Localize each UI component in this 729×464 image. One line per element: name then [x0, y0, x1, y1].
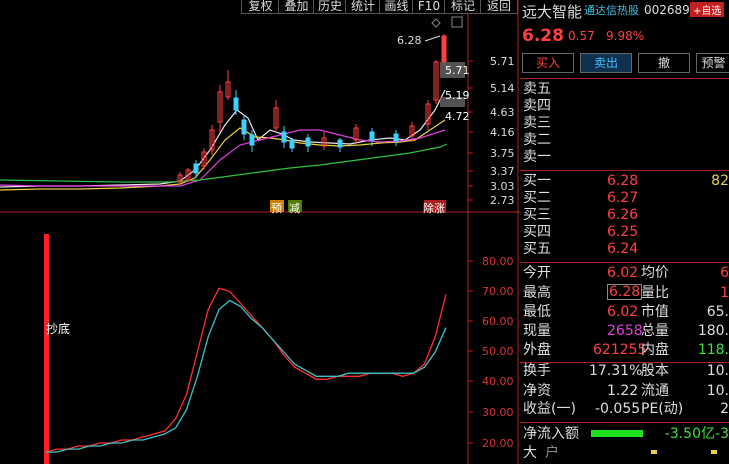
stat-row: 最低 6.02 市值 65.: [523, 304, 729, 320]
chart-area[interactable]: [0, 0, 520, 464]
stat-row: 最高 6.28 量比 1: [523, 284, 729, 301]
price-label: 3.03: [490, 180, 515, 193]
price-label: 4.16: [490, 126, 515, 139]
event-yu-label: 预: [271, 202, 282, 215]
buy-row-5[interactable]: 买五 6.24: [521, 240, 729, 258]
buy-row-2[interactable]: 买二 6.27: [521, 189, 729, 207]
price-label: 5.71: [490, 55, 515, 68]
candles: [177, 34, 465, 184]
event-zhang-label: 涨: [434, 202, 445, 215]
ma-green-line: [0, 143, 448, 183]
sell-row-1[interactable]: 卖一: [521, 148, 729, 166]
indicator-axis-label: 20.00: [482, 437, 514, 450]
high-price-annotation: 6.28: [397, 34, 422, 47]
indicator-axis-label: 60.00: [482, 315, 514, 328]
net-inflow-bar: [591, 430, 643, 437]
event-jian-label: 减: [289, 202, 300, 215]
price-label: 3.75: [490, 147, 515, 160]
indicator-axis-label: 30.00: [482, 406, 514, 419]
hot-stock-badge[interactable]: 通达信热股: [584, 2, 639, 18]
alert-button[interactable]: 预警: [696, 53, 729, 73]
indicator-axis-label: 70.00: [482, 285, 514, 298]
price-change: 0.57: [568, 29, 595, 43]
stock-code: 002689: [644, 3, 690, 17]
stat-row: 今开 6.02 均价 6: [523, 265, 729, 281]
indicator-cyan-line: [46, 299, 447, 453]
buy-row-3[interactable]: 买三 6.26: [521, 206, 729, 224]
diamond-icon: [431, 18, 441, 28]
stock-name: 远大智能: [522, 3, 583, 21]
sell-row-3[interactable]: 卖三: [521, 114, 729, 132]
sell-row-4[interactable]: 卖四: [521, 97, 729, 115]
price-annotation: 5.19: [445, 89, 470, 102]
price-annotation: 4.72: [445, 110, 470, 123]
stat-row: 现量 2658 总量 180.: [523, 323, 729, 339]
price-annotation: 5.71: [445, 64, 470, 77]
price-label: 4.63: [490, 106, 515, 119]
current-price: 6.28: [522, 26, 564, 46]
sell-row-5[interactable]: 卖五: [521, 80, 729, 98]
stat-row: 换手 17.31% 股本 10.: [523, 363, 729, 379]
cancel-order-button[interactable]: 撤: [638, 53, 690, 73]
bottom-signal-label: 抄底: [46, 322, 71, 336]
buy-button[interactable]: 买入: [522, 53, 574, 73]
buy-row-4[interactable]: 买四 6.25: [521, 223, 729, 241]
stat-row: 净资 1.22 流通 10.: [523, 383, 729, 399]
net-inflow-row: 净流入额 -3.50亿 -3: [523, 426, 729, 442]
sell-button[interactable]: 卖出: [580, 53, 632, 73]
stock-header: 远大智能 通达信热股 002689 +自选: [520, 0, 729, 21]
event-chu-label: 除: [423, 202, 434, 215]
price-label: 3.37: [490, 165, 515, 178]
big-order-row: 大 户: [521, 444, 729, 462]
indicator-axis-label: 40.00: [482, 375, 514, 388]
add-favorite-button[interactable]: +自选: [690, 2, 725, 17]
stat-row: 外盘 621255 内盘 118.: [523, 342, 729, 358]
chart-controls[interactable]: [431, 16, 463, 28]
ma-yellow-line: [0, 119, 446, 191]
stat-row: 收益(一) -0.055 PE(动) 2: [523, 401, 729, 417]
indicator-axis-label: 80.00: [482, 255, 514, 268]
price-label: 5.14: [490, 82, 515, 95]
zoom-icon: [451, 16, 463, 28]
bottom-signal-bar: [44, 234, 49, 464]
quote-line: 6.28 0.57 9.98%: [520, 26, 729, 46]
indicator-axis-label: 50.00: [482, 345, 514, 358]
buy-row-1[interactable]: 买一 6.28 82: [521, 172, 729, 190]
sell-row-2[interactable]: 卖二: [521, 131, 729, 149]
price-change-pct: 9.98%: [606, 29, 645, 43]
price-label: 2.73: [490, 194, 515, 207]
